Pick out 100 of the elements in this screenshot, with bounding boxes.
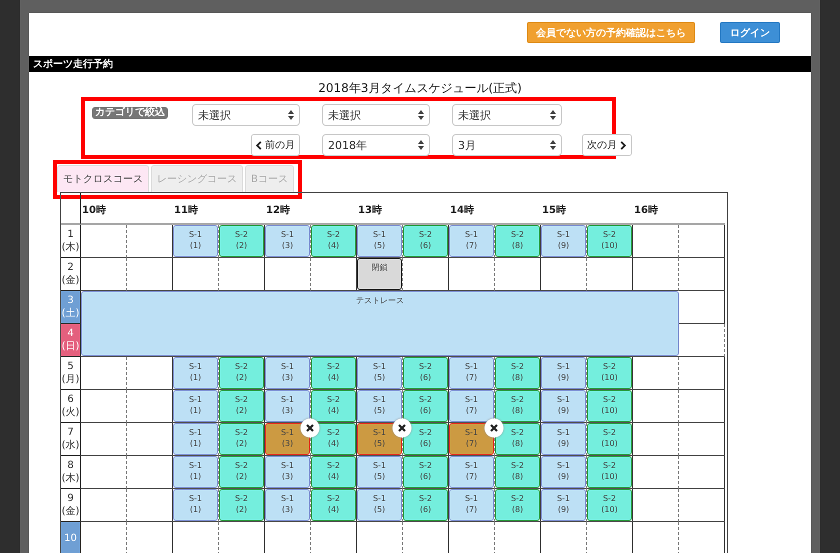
session-slot[interactable]: S-1 (7) [449,390,494,422]
session-slot[interactable]: S-1 (5) [357,456,402,488]
close-icon[interactable] [300,418,320,438]
table-cell [633,225,679,258]
session-slot[interactable]: S-2 (8) [495,489,540,521]
session-slot[interactable]: S-2 (8) [495,390,540,422]
session-slot[interactable]: S-1 (9) [541,390,586,422]
session-slot[interactable]: S-2 (4) [311,489,356,521]
prev-month-button[interactable]: 前の月 [251,134,300,156]
course-tab[interactable]: モトクロスコース [57,165,149,192]
session-slot[interactable]: S-2 (4) [311,423,356,455]
session-slot[interactable]: S-2 (6) [403,489,448,521]
session-slot[interactable]: S-1 (9) [541,423,586,455]
session-slot[interactable]: S-2 (8) [495,423,540,455]
table-cell [679,423,725,456]
hour-header: 10時 [81,193,173,225]
category-select[interactable]: 未選択 [192,104,300,126]
event-block: テストレース [81,291,679,356]
session-slot[interactable]: S-2 (2) [219,489,264,521]
table-cell [81,456,127,489]
session-slot[interactable]: S-1 (5) [357,225,402,257]
session-slot[interactable]: S-1 (5) [357,489,402,521]
session-slot[interactable]: S-2 (6) [403,456,448,488]
session-slot[interactable]: S-1 (1) [173,489,218,521]
day-cell: 4 (日) [61,324,81,357]
day-cell: 8 (木) [61,456,81,489]
table-cell [679,258,725,291]
close-icon[interactable] [484,418,504,438]
session-slot[interactable]: S-2 (10) [587,390,632,422]
table-cell [679,225,725,258]
session-slot[interactable]: S-1 (1) [173,423,218,455]
table-cell [81,489,127,522]
session-slot[interactable]: S-2 (8) [495,225,540,257]
table-cell [679,291,725,324]
session-slot[interactable]: S-2 (10) [587,489,632,521]
session-slot[interactable]: S-2 (10) [587,357,632,389]
session-slot[interactable]: S-2 (4) [311,456,356,488]
day-cell: 5 (月) [61,357,81,390]
session-slot[interactable]: S-2 (2) [219,225,264,257]
session-slot[interactable]: S-2 (6) [403,357,448,389]
table-cell [633,357,679,390]
table-cell [679,357,725,390]
session-slot[interactable]: S-1 (1) [173,390,218,422]
session-slot[interactable]: S-2 (10) [587,225,632,257]
category-select[interactable]: 未選択 [322,104,430,126]
session-slot[interactable]: S-1 (5) [357,390,402,422]
session-slot[interactable]: S-1 (9) [541,456,586,488]
session-slot[interactable]: S-1 (3) [265,390,310,422]
session-slot[interactable]: S-2 (6) [403,423,448,455]
session-slot[interactable]: S-1 (7) [449,357,494,389]
session-slot[interactable]: S-1 (1) [173,225,218,257]
next-month-button[interactable]: 次の月 [582,134,632,156]
updown-caret-icon [550,110,556,120]
session-slot[interactable]: S-1 (9) [541,225,586,257]
closed-slot: 閉鎖 [357,258,402,290]
session-slot[interactable]: S-1 (7) [449,489,494,521]
session-slot[interactable]: S-2 (4) [311,225,356,257]
session-slot[interactable]: S-2 (2) [219,423,264,455]
session-slot[interactable]: S-1 (7) [449,423,494,455]
session-slot[interactable]: S-1 (1) [173,357,218,389]
session-slot[interactable]: S-2 (2) [219,357,264,389]
section-title: スポーツ走行予約 [33,58,113,71]
session-slot[interactable]: S-1 (1) [173,456,218,488]
session-slot[interactable]: S-2 (8) [495,456,540,488]
table-cell [81,390,127,423]
session-slot[interactable]: S-2 (10) [587,423,632,455]
table-cell [633,456,679,489]
session-slot[interactable]: S-2 (6) [403,390,448,422]
session-slot[interactable]: S-2 (4) [311,390,356,422]
table-cell [633,390,679,423]
month-select[interactable]: 3月 [452,134,562,156]
hour-header: 16時 [633,193,725,225]
session-slot[interactable]: S-1 (5) [357,423,402,455]
updown-caret-icon [288,110,294,120]
filter-badge: カテゴリで絞込 [92,107,168,119]
category-select[interactable]: 未選択 [452,104,562,126]
updown-caret-icon [418,140,424,150]
day-cell: 10 [61,522,81,553]
year-select[interactable]: 2018年 [322,134,430,156]
session-slot[interactable]: S-1 (5) [357,357,402,389]
session-slot[interactable]: S-1 (3) [265,225,310,257]
table-cell [81,225,127,258]
session-slot[interactable]: S-1 (7) [449,456,494,488]
session-slot[interactable]: S-2 (8) [495,357,540,389]
session-slot[interactable]: S-2 (2) [219,390,264,422]
session-slot[interactable]: S-1 (3) [265,456,310,488]
session-slot[interactable]: S-1 (3) [265,423,310,455]
close-icon[interactable] [392,418,412,438]
session-slot[interactable]: S-1 (3) [265,489,310,521]
session-slot[interactable]: S-2 (4) [311,357,356,389]
session-slot[interactable]: S-1 (7) [449,225,494,257]
updown-caret-icon [418,110,424,120]
session-slot[interactable]: S-1 (3) [265,357,310,389]
table-cell [679,489,725,522]
session-slot[interactable]: S-1 (9) [541,357,586,389]
session-slot[interactable]: S-1 (9) [541,489,586,521]
session-slot[interactable]: S-2 (10) [587,456,632,488]
session-slot[interactable]: S-2 (6) [403,225,448,257]
session-slot[interactable]: S-2 (2) [219,456,264,488]
day-cell: 1 (木) [61,225,81,258]
